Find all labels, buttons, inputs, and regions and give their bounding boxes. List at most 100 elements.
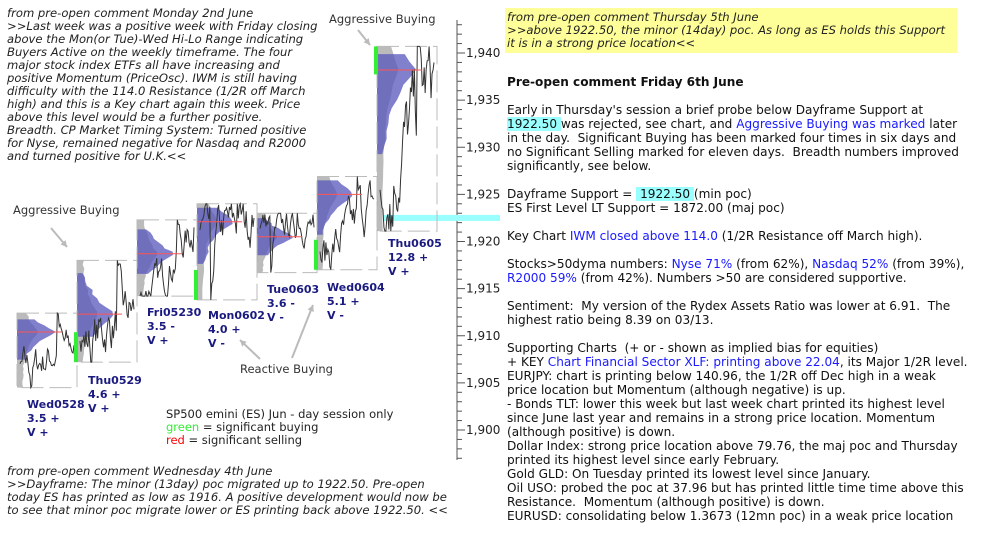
text-line: since June last year and remains in a st… xyxy=(507,411,968,425)
page-title: Pre-open comment Friday 6th June xyxy=(507,75,968,89)
day-label-l2: 3.5 + xyxy=(27,412,60,425)
day-label-label: Wed0528 xyxy=(27,398,85,411)
text-line: Key Chart IWM closed above 114.0 (1/2R R… xyxy=(507,229,968,243)
text-line: (although positive) is down. xyxy=(507,425,968,439)
wednesday-comment: from pre-open comment Wednesday 4th June… xyxy=(7,465,448,517)
text-link[interactable]: Chart Financial Sector XLF: printing abo… xyxy=(548,355,840,369)
text-line: ES First Level LT Support = 1872.00 (maj… xyxy=(507,201,968,215)
legend-green-text: = significant buying xyxy=(199,420,319,434)
day-label: Thu0605 12.8 + V + xyxy=(388,237,442,279)
significant-buying-marker xyxy=(74,332,78,363)
text-segment: in the day. Significant Buying has been … xyxy=(507,131,957,145)
day-label: Mon0602 4.0 + V - xyxy=(208,309,265,351)
legend-red-word: red xyxy=(166,433,185,447)
y-tick-label: 1,930 xyxy=(466,140,500,154)
text-line: R2000 59% (from 42%). Numbers >50 are co… xyxy=(507,271,968,285)
text-line: Supporting Charts (+ or - shown as impli… xyxy=(507,341,968,355)
day-label-l2: 5.1 + xyxy=(327,295,360,308)
thursday-comment-box: from pre-open comment Thursday 5th June >… xyxy=(505,8,957,53)
text-segment: Stocks>50dyma numbers: xyxy=(507,257,672,271)
text-segment: Oil USO: probed the poc at 37.96 but has… xyxy=(507,481,964,495)
text-segment: Resistance. Momentum (although positive)… xyxy=(507,495,825,509)
text-link[interactable]: Nyse 71% xyxy=(672,257,733,271)
text-segment: EURUSD: consolidating below 1.3673 (12mn… xyxy=(507,509,954,523)
text-segment: (although positive) is down. xyxy=(507,425,676,439)
text-segment: Dayframe Support = xyxy=(507,187,637,201)
text-line: printed its highest level since early Fe… xyxy=(507,453,968,467)
text-line: Oil USO: probed the poc at 37.96 but has… xyxy=(507,481,968,495)
text-segment: (from 39%), xyxy=(888,257,965,271)
comment-line: it is in a strong price location<< xyxy=(507,36,696,50)
day-label-l3: V - xyxy=(267,311,284,324)
y-tick-label: 1,935 xyxy=(466,93,500,107)
significant-buying-marker xyxy=(194,269,198,300)
text-link[interactable]: Aggressive Buying was marked xyxy=(736,117,925,131)
day-label-l2: 12.8 + xyxy=(388,251,429,264)
day-label-l2: 3.6 - xyxy=(267,297,295,310)
day-label: Thu0529 4.6 + V + xyxy=(88,374,142,416)
text-line: significantly, see below. xyxy=(507,159,968,173)
text-segment: (1/2R Resistance off March high). xyxy=(717,229,923,243)
text-line: EURUSD: consolidating below 1.3673 (12mn… xyxy=(507,509,968,523)
friday-commentary: Pre-open comment Friday 6th June Early in… xyxy=(507,75,968,523)
text-line: Gold GLD: On Tuesday printed its lowest … xyxy=(507,467,968,481)
day-label-l3: V + xyxy=(88,402,110,415)
annotation-reactive-buying: Reactive Buying xyxy=(240,362,333,376)
text-link[interactable]: Nasdaq 52% xyxy=(812,257,888,271)
significant-buying-marker xyxy=(314,239,318,270)
annotation-aggressive-buying-top: Aggressive Buying xyxy=(329,12,436,26)
text-line: Resistance. Momentum (although positive)… xyxy=(507,495,968,509)
es-market-profile-chart: 1,900 1,905 1,910 1,915 1,920 1,925 1,930 1,935… xyxy=(16,20,500,460)
day-label: Fri05230 3.5 -V + xyxy=(147,306,201,348)
highlighted-value: 1922.50 xyxy=(507,117,561,131)
text-link[interactable]: R2000 59% xyxy=(507,271,577,285)
text-segment: (min poc) xyxy=(693,187,752,201)
text-segment: since June last year and remains in a st… xyxy=(507,411,936,425)
day-label: Wed0604 5.1 + V - xyxy=(327,281,385,323)
y-tick-label: 1,905 xyxy=(466,376,500,390)
text-segment: was rejected, see chart, and xyxy=(560,117,737,131)
text-segment: later xyxy=(925,117,958,131)
text-segment: (from 62%), xyxy=(732,257,813,271)
text-segment: , its Major 1/2R level. xyxy=(839,355,968,369)
y-tick-label: 1,915 xyxy=(466,282,500,296)
day-label: Wed0528 3.5 + V + xyxy=(27,398,85,440)
text-segment: + KEY xyxy=(507,355,548,369)
text-segment: Supporting Charts (+ or - shown as impli… xyxy=(507,341,879,355)
y-tick-label: 1,900 xyxy=(466,423,500,437)
text-link[interactable]: IWM closed above 114.0 xyxy=(570,229,718,243)
text-segment: highest ratio being 8.39 on 03/13. xyxy=(507,313,714,327)
annotation-aggressive-buying-left: Aggressive Buying xyxy=(13,203,120,217)
y-tick-label: 1,920 xyxy=(466,235,500,249)
text-segment: no Significant Selling marked for eleven… xyxy=(507,145,959,159)
legend-green-word: green xyxy=(166,420,200,434)
text-segment: significantly, see below. xyxy=(507,159,652,173)
text-line: Dayframe Support = 1922.50 (min poc) xyxy=(507,187,968,201)
text-line: Stocks>50dyma numbers: Nyse 71% (from 62… xyxy=(507,257,968,271)
legend-red-text: = significant selling xyxy=(184,433,303,447)
profile-value-area xyxy=(197,207,233,264)
text-line: Sentiment: My version of the Rydex Asset… xyxy=(507,299,968,313)
day-label-l2: 4.0 + xyxy=(208,323,241,336)
chart-legend: SP500 emini (ES) Jun - day session only … xyxy=(166,408,393,447)
profile-value-area xyxy=(317,180,353,235)
text-segment: printed its highest level since early Fe… xyxy=(507,453,780,467)
text-segment: Key Chart xyxy=(507,229,570,243)
text-segment: Early in Thursday's session a brief prob… xyxy=(507,103,924,117)
y-tick-label: 1,940 xyxy=(466,46,500,60)
day-label-label: Wed0604 xyxy=(327,281,385,294)
day-label-l3: V - xyxy=(327,309,344,322)
comment-line: to see that minor poc migrate lower or E… xyxy=(7,503,448,517)
day-label-l2: 3.5 - xyxy=(147,320,175,333)
text-segment: - Bonds TLT: lower this week but last we… xyxy=(507,397,945,411)
text-line: no Significant Selling marked for eleven… xyxy=(507,145,968,159)
day-label-l3: V - xyxy=(208,337,225,350)
text-line: highest ratio being 8.39 on 03/13. xyxy=(507,313,968,327)
text-segment: Pre-open comment Friday 6th June xyxy=(507,75,744,89)
profile-value-area xyxy=(137,229,173,274)
thursday-comment: from pre-open comment Thursday 5th June >… xyxy=(507,11,945,50)
day-label-label: Tue0603 xyxy=(267,283,320,296)
text-line: 1922.50 was rejected, see chart, and Agg… xyxy=(507,117,968,131)
text-segment: price location but Momentum (although ne… xyxy=(507,383,846,397)
day-label-l2: 4.6 + xyxy=(88,388,121,401)
